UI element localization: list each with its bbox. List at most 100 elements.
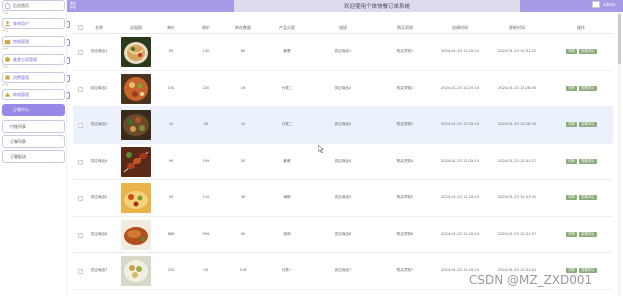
dish-bowl-image: [121, 73, 151, 104]
cell-notice: 购买须知5: [396, 195, 414, 199]
view-review-button[interactable]: 查看评论: [579, 122, 597, 127]
scrollbar-thumb[interactable]: [618, 14, 621, 64]
cell-category: 烧鸡: [283, 231, 291, 236]
sidebar: 后台首页 查询用户 商城管理 美食分类管理 消费管理 商城管理 订餐中心 付账列…: [0, 0, 70, 296]
cell-stock: 40: [240, 231, 246, 236]
cell-original-price: 20: [203, 122, 209, 126]
sidebar-item-mall[interactable]: 商城管理: [2, 89, 70, 100]
column-header[interactable]: 原价: [202, 25, 210, 31]
view-review-button[interactable]: 查看评论: [579, 195, 597, 200]
flourish-icon: [2, 29, 8, 32]
cell-created: 2024-01-23 12:25:13: [440, 85, 480, 90]
table-row[interactable]: 供应商品3 10 20 10 分类二 供应商品3 购买须知3 2024-01-2…: [73, 107, 613, 144]
detail-button[interactable]: 详情: [566, 49, 577, 54]
dish-platter-image: [121, 110, 151, 140]
dish-chicken-image: [121, 219, 151, 250]
cell-stock: 20: [240, 158, 246, 163]
cell-created: 2024-01-23 12:25:13: [440, 122, 480, 126]
cell-notice: 购买须知2: [396, 85, 414, 90]
cell-created: 2024-01-23 12:25:13: [440, 231, 480, 236]
detail-button[interactable]: 详情: [566, 195, 577, 200]
cell-stock: 116: [239, 268, 247, 272]
vertical-scrollbar[interactable]: [618, 12, 621, 296]
cell-price: 99: [168, 158, 174, 163]
row-checkbox[interactable]: [78, 269, 83, 274]
row-checkbox[interactable]: [78, 232, 83, 238]
cell-price: 888: [167, 231, 175, 236]
table-row[interactable]: 供应商品2 150 220 16 分类二 供应商品2 购买须知2 2024-01…: [73, 71, 613, 107]
detail-button[interactable]: 详情: [566, 231, 577, 237]
table-row[interactable]: 供应商品4 99 199 20 套餐 供应商品4 购买须知4 2024-01-2…: [73, 144, 613, 180]
column-header[interactable]: 名称: [95, 25, 103, 31]
row-checkbox[interactable]: [78, 123, 83, 128]
table-row[interactable]: 供应商品5 99 110 36 海鲜 供应商品5 购买须知5 2024-01-2…: [73, 180, 613, 217]
cell-updated: 2024-01-23 12:28:45: [497, 85, 537, 90]
row-checkbox[interactable]: [78, 159, 83, 165]
sidebar-item-label: 消费管理: [13, 74, 29, 80]
bracket-decoration: [67, 92, 70, 99]
consumption-icon: [5, 75, 10, 80]
mall-icon: [4, 92, 11, 97]
sidebar-item-order-center[interactable]: 订餐中心: [2, 104, 65, 116]
sidebar-item-consumption[interactable]: 消费管理: [2, 72, 70, 83]
cell-category: 套餐: [283, 49, 291, 53]
column-header: 封面图: [130, 25, 142, 30]
row-checkbox[interactable]: [78, 86, 83, 92]
cell-stock: 80: [240, 49, 246, 53]
bracket-decoration: [67, 39, 70, 46]
cell-original-price: 220: [202, 85, 210, 90]
flourish-icon: [2, 83, 8, 86]
flourish-icon: [2, 47, 8, 50]
sidebar-item-order-delivery[interactable]: 订餐配送: [2, 150, 65, 163]
column-header[interactable]: 库存数量: [235, 25, 251, 31]
view-review-button[interactable]: 查看评论: [579, 158, 597, 164]
sidebar-item-food-category[interactable]: 美食分类管理: [2, 54, 70, 65]
cell-created: 2024-01-23 12:25:13: [440, 158, 480, 163]
cell-price: 220: [167, 268, 175, 272]
cell-original-price: 199: [202, 158, 210, 163]
shop-icon: [4, 40, 11, 45]
sidebar-item-label: 查询用户: [13, 20, 29, 26]
sidebar-item-home[interactable]: 后台首页: [2, 0, 65, 11]
cell-notice: 购买须知3: [396, 122, 414, 126]
cell-created: 2024-01-23 12:25:13: [440, 195, 480, 199]
select-all-checkbox[interactable]: [78, 25, 83, 30]
cell-original-price: 130: [202, 49, 210, 53]
dish-skewer-image: [121, 146, 151, 177]
cell-stock: 36: [240, 195, 246, 199]
cell-price: 99: [168, 49, 174, 53]
sidebar-item-label: 订餐列表: [10, 138, 26, 144]
detail-button[interactable]: 详情: [566, 85, 577, 91]
detail-button[interactable]: 详情: [566, 158, 577, 164]
column-header[interactable]: 单价: [167, 25, 175, 31]
cell-name: 供应商品3: [90, 122, 108, 126]
sidebar-item-label: 订餐中心: [13, 107, 29, 112]
cell-notice: 购买须知6: [396, 231, 414, 236]
table-row[interactable]: 供应商品6 888 999 40 烧鸡 供应商品6 购买须知6 2024-01-…: [73, 217, 613, 253]
food-table: 名称 封面图 单价 原价 库存数量 产品分类 描述 购买须知 创建时间 更新时间…: [73, 20, 613, 290]
view-review-button[interactable]: 查看评论: [579, 85, 597, 91]
table-row[interactable]: 供应商品1 99 130 80 套餐 供应商品1 购买须知1 2024-01-2…: [73, 34, 613, 71]
avatar[interactable]: [592, 1, 600, 8]
flourish-icon: [2, 11, 8, 14]
sidebar-item-users[interactable]: 查询用户: [2, 18, 70, 29]
header-logo-area: 美食 系统: [67, 0, 234, 12]
row-checkbox[interactable]: [78, 196, 83, 201]
cell-updated: 2024-01-23 12:31:27: [497, 158, 537, 163]
user-icon: [4, 21, 11, 27]
header-user-area[interactable]: admin: [520, 0, 623, 12]
row-checkbox[interactable]: [78, 50, 83, 55]
view-review-button[interactable]: 查看评论: [579, 231, 597, 237]
bracket-decoration: [67, 75, 70, 82]
table-header: 名称 封面图 单价 原价 库存数量 产品分类 描述 购买须知 创建时间 更新时间…: [73, 20, 613, 34]
detail-button[interactable]: 详情: [566, 122, 577, 127]
sidebar-item-payment-list[interactable]: 付账列表: [2, 120, 65, 133]
sidebar-item-shop[interactable]: 商城管理: [2, 36, 70, 47]
view-review-button[interactable]: 查看评论: [579, 49, 597, 54]
sidebar-item-order-list[interactable]: 订餐列表: [2, 135, 65, 148]
column-header[interactable]: 创建时间: [452, 25, 468, 31]
bracket-decoration: [67, 57, 70, 64]
cell-name: 供应商品4: [90, 158, 108, 163]
cell-price: 10: [168, 122, 174, 126]
column-header[interactable]: 更新时间: [509, 25, 525, 31]
